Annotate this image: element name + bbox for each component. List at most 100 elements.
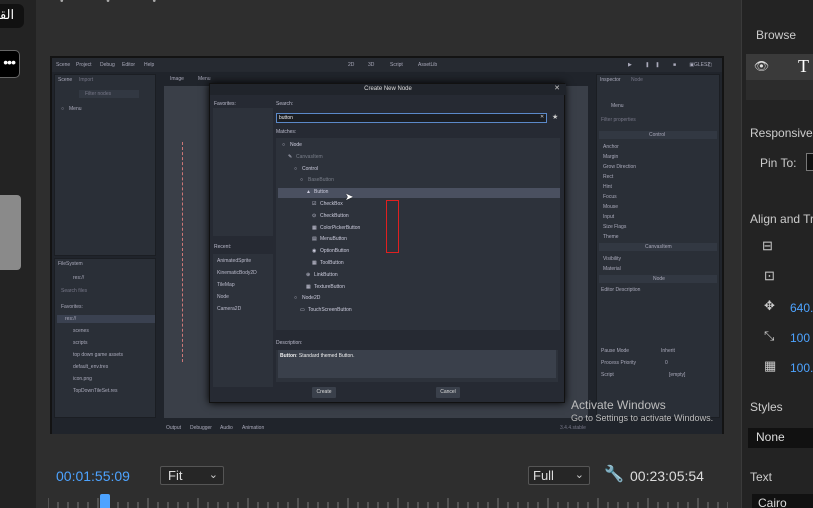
- more-options-button[interactable]: •••: [0, 50, 20, 78]
- left-thumbnail[interactable]: [0, 195, 21, 270]
- fs-item[interactable]: res://: [65, 316, 76, 322]
- tab-import[interactable]: Import: [79, 77, 93, 83]
- inspector-section[interactable]: Node: [653, 276, 665, 282]
- fs-item[interactable]: scripts: [73, 340, 87, 346]
- tree-node[interactable]: Button: [314, 189, 328, 195]
- tree-node[interactable]: TouchScreenButton: [308, 307, 352, 313]
- tree-node[interactable]: CanvasItem: [296, 154, 323, 160]
- scene-root-node[interactable]: Menu: [69, 106, 82, 112]
- mode-script[interactable]: Script: [390, 58, 403, 72]
- layer-row-secondary[interactable]: [746, 80, 813, 100]
- inspector-editor-desc[interactable]: Editor Description: [601, 287, 640, 293]
- inspector-prop[interactable]: Theme: [603, 234, 619, 240]
- eye-icon[interactable]: 👁: [754, 59, 769, 73]
- timeline-ruler[interactable]: [48, 494, 728, 508]
- inspector-section[interactable]: Control: [649, 132, 665, 138]
- tab-scene[interactable]: Scene: [58, 77, 72, 83]
- mode-3d[interactable]: 3D: [368, 58, 374, 72]
- tree-node[interactable]: OptionButton: [320, 248, 349, 254]
- font-select[interactable]: Cairo: [752, 494, 813, 508]
- tree-node[interactable]: LinkButton: [314, 272, 338, 278]
- position-value[interactable]: 640.0: [790, 301, 813, 315]
- tree-node[interactable]: Control: [302, 166, 318, 172]
- editor-tab[interactable]: Menu: [198, 76, 211, 82]
- recent-item[interactable]: TileMap: [217, 282, 235, 288]
- fs-item[interactable]: TopDownTileSet.res: [73, 388, 118, 394]
- fit-dropdown[interactable]: Fit ⌄: [160, 466, 224, 485]
- tree-node[interactable]: CheckButton: [320, 213, 349, 219]
- tab-output[interactable]: Output: [166, 425, 181, 431]
- resolution-dropdown[interactable]: Full ⌄: [528, 466, 590, 485]
- menu-debug[interactable]: Debug: [100, 58, 115, 72]
- inspector-prop[interactable]: Rect: [603, 174, 613, 180]
- menu-editor[interactable]: Editor: [122, 58, 135, 72]
- inspector-prop[interactable]: Visibility: [603, 256, 621, 262]
- align-middle-icon[interactable]: ⊡: [764, 268, 775, 284]
- recent-item[interactable]: Camera2D: [217, 306, 241, 312]
- left-language-chip[interactable]: القا: [0, 4, 24, 28]
- renderer-label[interactable]: GLES2: [694, 58, 710, 72]
- tab-node[interactable]: Node: [631, 77, 643, 83]
- menu-scene[interactable]: Scene: [56, 58, 70, 72]
- inspector-value[interactable]: Inherit: [661, 348, 675, 354]
- tab-animation[interactable]: Animation: [242, 425, 264, 431]
- tab-audio[interactable]: Audio: [220, 425, 233, 431]
- clear-icon[interactable]: ✕: [540, 114, 544, 120]
- browse-label[interactable]: Browse: [756, 28, 796, 42]
- tree-node[interactable]: TextureButton: [314, 284, 345, 290]
- text-layer-row[interactable]: 👁 T: [746, 54, 813, 80]
- tree-node[interactable]: BaseButton: [308, 177, 334, 183]
- inspector-filter[interactable]: Filter properties: [601, 117, 636, 123]
- menu-help[interactable]: Help: [144, 58, 154, 72]
- mode-assetlib[interactable]: AssetLib: [418, 58, 437, 72]
- tree-node[interactable]: ToolButton: [320, 260, 344, 266]
- cancel-button[interactable]: Cancel: [436, 387, 460, 398]
- search-input[interactable]: button: [276, 113, 547, 123]
- scene-filter-input[interactable]: Filter nodes: [85, 91, 111, 97]
- favorite-star-icon[interactable]: ★: [552, 113, 558, 121]
- tree-node[interactable]: ColorPickerButton: [320, 225, 360, 231]
- inspector-section[interactable]: CanvasItem: [645, 244, 672, 250]
- style-select[interactable]: None: [748, 428, 813, 448]
- inspector-prop[interactable]: Material: [603, 266, 621, 272]
- playhead-handle[interactable]: [100, 494, 110, 508]
- inspector-prop[interactable]: Mouse: [603, 204, 618, 210]
- inspector-prop[interactable]: Grow Direction: [603, 164, 636, 170]
- fs-item[interactable]: top down game assets: [73, 352, 123, 358]
- favorites-list[interactable]: [213, 108, 273, 236]
- wrench-icon[interactable]: 🔧: [604, 464, 624, 484]
- fs-item[interactable]: icon.png: [73, 376, 92, 382]
- filesystem-search[interactable]: Search files: [61, 288, 87, 294]
- inspector-value[interactable]: 0: [665, 360, 668, 366]
- inspector-prop[interactable]: Input: [603, 214, 614, 220]
- pin-to-select[interactable]: [806, 153, 813, 171]
- inspector-prop[interactable]: Size Flags: [603, 224, 626, 230]
- align-center-icon[interactable]: ⊟: [762, 238, 773, 254]
- editor-tab[interactable]: Image: [170, 76, 184, 82]
- menu-project[interactable]: Project: [76, 58, 92, 72]
- tree-node[interactable]: MenuButton: [320, 236, 347, 242]
- inspector-prop[interactable]: Margin: [603, 154, 618, 160]
- inspector-node-name[interactable]: Menu: [611, 103, 624, 109]
- mode-2d[interactable]: 2D: [348, 58, 354, 72]
- fs-item[interactable]: default_env.tres: [73, 364, 108, 370]
- recent-item[interactable]: AnimatedSprite: [217, 258, 251, 264]
- tree-node[interactable]: Node2D: [302, 295, 320, 301]
- scale-value[interactable]: 100: [790, 331, 810, 345]
- fs-item[interactable]: Favorites:: [61, 304, 83, 310]
- tab-debugger[interactable]: Debugger: [190, 425, 212, 431]
- tree-node[interactable]: Node: [290, 142, 302, 148]
- recent-item[interactable]: Node: [217, 294, 229, 300]
- recent-item[interactable]: KinematicBody2D: [217, 270, 257, 276]
- fs-item[interactable]: scenes: [73, 328, 89, 334]
- filesystem-path[interactable]: res://: [73, 275, 84, 281]
- inspector-prop[interactable]: Anchor: [603, 144, 619, 150]
- tab-inspector[interactable]: Inspector: [600, 77, 621, 83]
- inspector-prop[interactable]: Hint: [603, 184, 612, 190]
- inspector-value[interactable]: [empty]: [669, 372, 685, 378]
- create-button[interactable]: Create: [312, 387, 336, 398]
- opacity-value[interactable]: 100.0: [790, 361, 813, 375]
- tree-node[interactable]: CheckBox: [320, 201, 343, 207]
- close-icon[interactable]: ✕: [554, 84, 560, 92]
- inspector-prop[interactable]: Focus: [603, 194, 617, 200]
